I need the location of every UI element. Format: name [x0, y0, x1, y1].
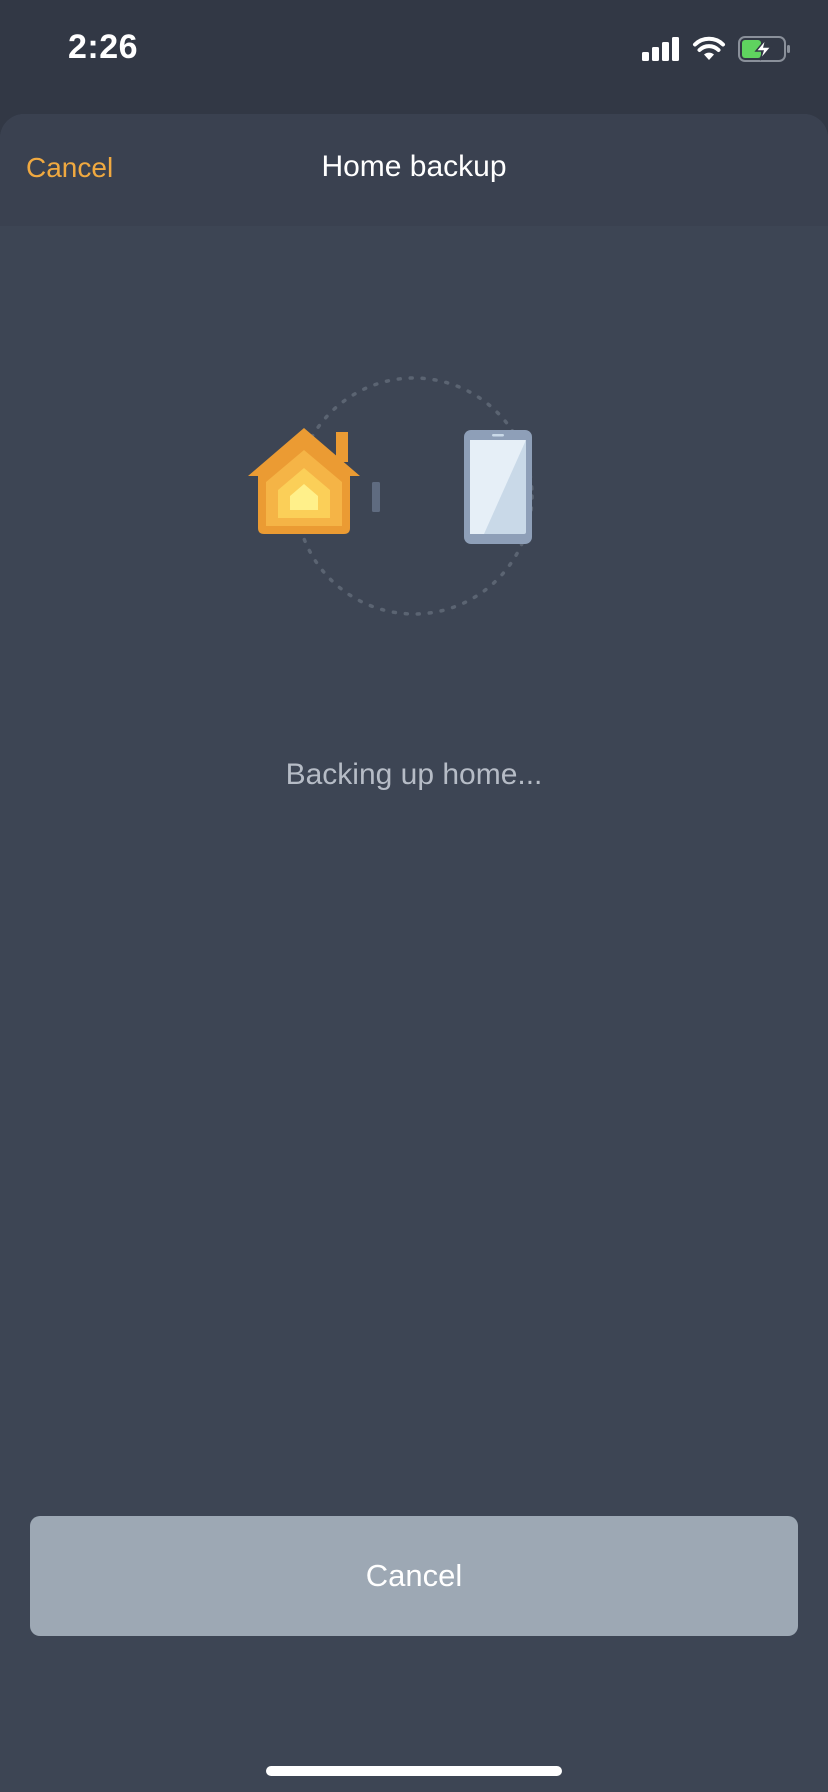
battery-charging-icon: [738, 36, 790, 62]
home-app-icon: [248, 428, 360, 534]
backup-illustration: [248, 376, 534, 616]
status-time: 2:26: [68, 28, 139, 66]
page-title: Home backup: [321, 150, 507, 183]
backup-status-text: Backing up home...: [285, 758, 543, 791]
cancel-button[interactable]: Cancel: [30, 1516, 798, 1636]
backup-sheet: Cancel Home backup Backing up home... Ca…: [0, 114, 828, 1792]
status-icons: [642, 34, 792, 64]
nav-bar: Cancel Home backup: [0, 114, 828, 226]
phone-icon: [464, 430, 532, 544]
home-indicator[interactable]: [266, 1766, 562, 1776]
cellular-signal-icon: [642, 37, 679, 61]
cancel-button-label: Cancel: [365, 1558, 463, 1593]
wifi-icon: [693, 36, 725, 60]
transfer-indicator: [372, 482, 380, 512]
status-bar: 2:26: [0, 0, 828, 100]
nav-cancel-button[interactable]: Cancel: [26, 152, 113, 184]
